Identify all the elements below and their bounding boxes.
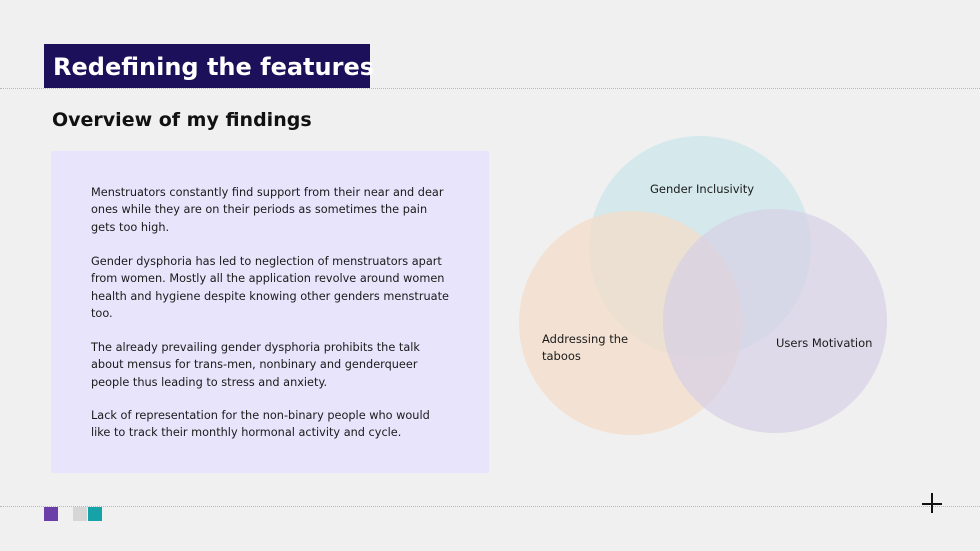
venn-circle-users-motivation <box>663 209 887 433</box>
finding-4: Lack of representation for the non-binar… <box>91 409 430 440</box>
findings-panel: Menstruators constantly find support fro… <box>51 151 489 473</box>
venn-label-addressing-taboos-line1: Addressing the <box>542 332 628 346</box>
section-subtitle: Overview of my findings <box>52 109 312 131</box>
accent-square-purple <box>44 507 58 521</box>
slide-title: Redefining the features <box>44 44 374 88</box>
venn-diagram: Gender Inclusivity Addressing the taboos… <box>519 136 887 435</box>
accent-square-teal <box>88 507 102 521</box>
accent-square-gray <box>73 507 87 521</box>
finding-3: The already prevailing gender dysphoria … <box>91 341 420 389</box>
plus-icon <box>922 493 942 513</box>
venn-label-addressing-taboos-line2: taboos <box>542 349 581 363</box>
venn-label-users-motivation: Users Motivation <box>776 336 872 350</box>
bottom-divider <box>0 506 980 507</box>
finding-1: Menstruators constantly find support fro… <box>91 186 444 234</box>
finding-2: Gender dysphoria has led to neglection o… <box>91 255 449 320</box>
venn-label-gender-inclusivity: Gender Inclusivity <box>650 182 754 196</box>
top-divider <box>0 88 980 89</box>
